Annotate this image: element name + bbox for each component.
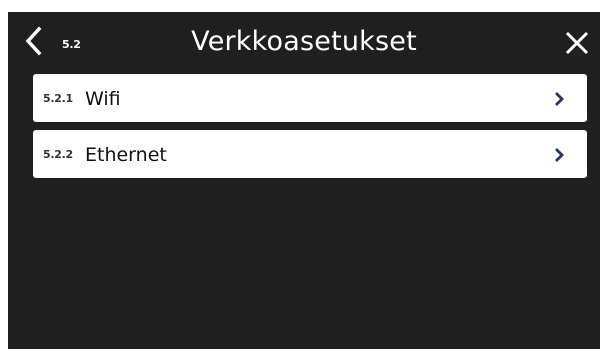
close-icon: [564, 30, 590, 56]
menu-item-ethernet[interactable]: 5.2.2 Ethernet: [33, 130, 587, 178]
menu-item-number: 5.2.1: [43, 92, 73, 105]
settings-screen: 5.2 Verkkoasetukset 5.2.1 Wifi 5.2.2 Eth…: [8, 12, 600, 349]
page-title: Verkkoasetukset: [191, 26, 417, 57]
menu-item-wifi[interactable]: 5.2.1 Wifi: [33, 74, 587, 122]
chevron-right-icon: [555, 92, 565, 106]
close-button[interactable]: [564, 30, 590, 56]
menu-item-label: Wifi: [85, 88, 121, 110]
menu-item-number: 5.2.2: [43, 148, 73, 161]
settings-menu: 5.2.1 Wifi 5.2.2 Ethernet: [33, 74, 587, 186]
menu-item-label: Ethernet: [85, 144, 167, 166]
header-bar: 5.2 Verkkoasetukset: [8, 12, 600, 74]
chevron-right-icon: [555, 148, 565, 162]
